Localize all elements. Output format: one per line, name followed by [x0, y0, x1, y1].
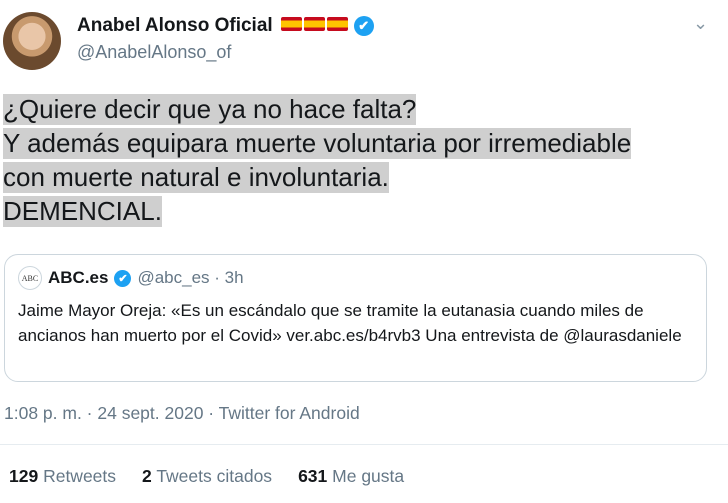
spain-flag-icon [326, 16, 348, 31]
quoted-header: ABC ABC.es ✔ @abc_es · 3h [18, 266, 244, 290]
author-handle[interactable]: @AnabelAlonso_of [77, 42, 231, 63]
tweet-timestamp[interactable]: 1:08 p. m. · 24 sept. 2020 · Twitter for… [4, 403, 360, 424]
author-name-row: Anabel Alonso Oficial ✔ [77, 15, 374, 37]
flags [279, 16, 348, 36]
abc-logo-icon: ABC [18, 266, 42, 290]
chevron-down-icon[interactable]: ⌄ [693, 13, 708, 34]
tweet-text: ¿Quiere decir que ya no hace falta? Y ad… [3, 92, 727, 228]
tweet-line: Y además equipara muerte voluntaria por … [3, 128, 632, 159]
verified-icon: ✔ [114, 269, 132, 287]
quoted-name: ABC.es [48, 268, 109, 287]
quoted-tweet[interactable]: ABC ABC.es ✔ @abc_es · 3h Jaime Mayor Or… [4, 254, 707, 382]
spain-flag-icon [303, 16, 325, 31]
tweet-line: ¿Quiere decir que ya no hace falta? [3, 94, 417, 125]
likes-stat[interactable]: 631 Me gusta [298, 466, 404, 487]
quoted-text: Jaime Mayor Oreja: «Es un escándalo que … [18, 301, 682, 345]
tweet-stats: 129 Retweets 2 Tweets citados 631 Me gus… [9, 466, 404, 487]
verified-icon: ✔ [353, 16, 374, 36]
spain-flag-icon [280, 16, 302, 31]
retweets-stat[interactable]: 129 Retweets [9, 466, 116, 487]
quotes-stat[interactable]: 2 Tweets citados [142, 466, 272, 487]
divider [0, 444, 728, 445]
display-name[interactable]: Anabel Alonso Oficial [77, 15, 273, 37]
avatar[interactable] [3, 12, 61, 70]
quoted-meta: @abc_es · 3h [137, 268, 244, 287]
tweet-line: con muerte natural e involuntaria. [3, 162, 389, 193]
tweet-line: DEMENCIAL. [3, 196, 162, 227]
